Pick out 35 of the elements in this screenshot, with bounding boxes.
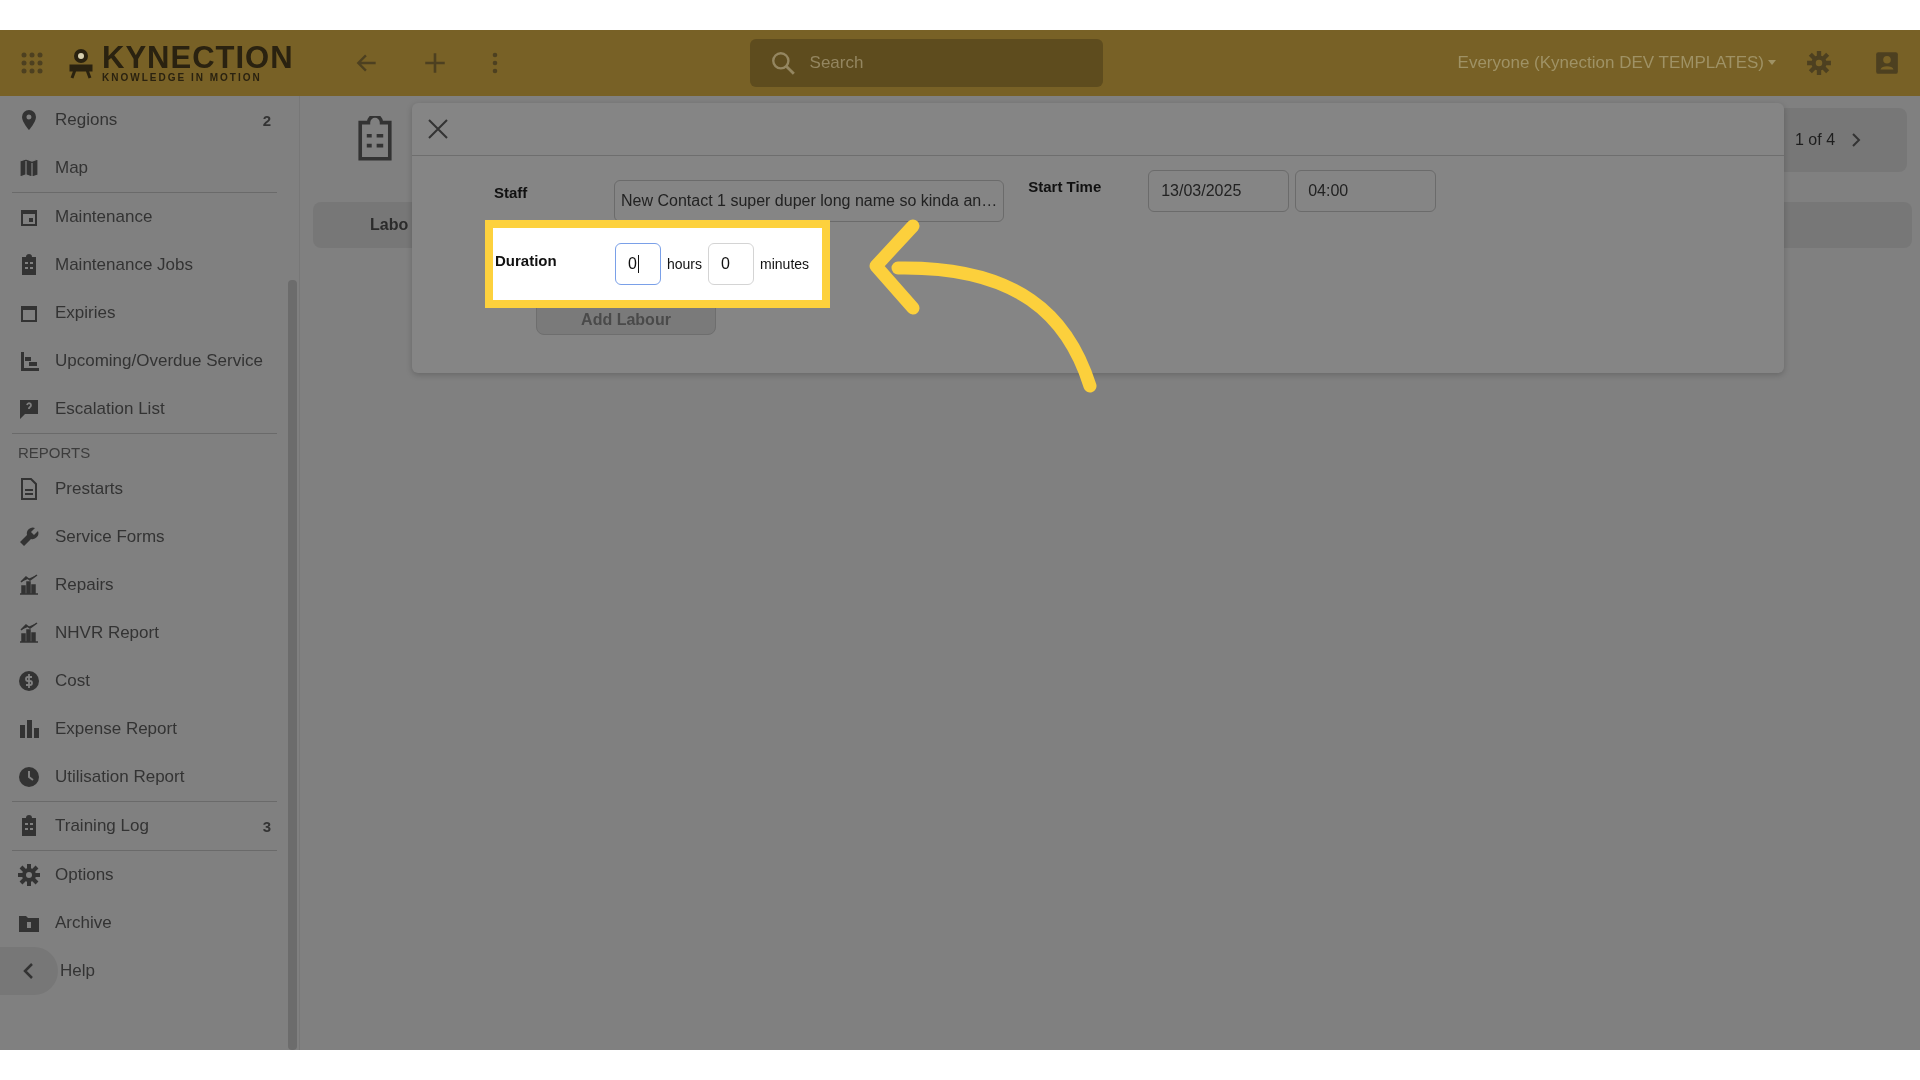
number-field[interactable]: 0 — [708, 243, 755, 285]
sidebar-item[interactable]: Repairs — [0, 561, 277, 609]
sidebar-item[interactable]: Utilisation Report — [0, 753, 277, 801]
sidebar-item[interactable]: Expiries — [0, 289, 277, 337]
sidebar-item[interactable]: Options — [0, 851, 277, 899]
number-field[interactable]: 0 — [615, 243, 661, 285]
sidebar-item[interactable]: Prestarts — [0, 465, 277, 513]
sidebar-item[interactable]: Escalation List — [0, 385, 277, 433]
sidebar-item[interactable]: Service Forms — [0, 513, 277, 561]
sidebar-item[interactable]: Map — [0, 144, 277, 192]
account-selector[interactable]: Everyone (Kynection DEV TEMPLATES) — [1457, 53, 1776, 73]
sidebar-item[interactable]: Upcoming/Overdue Service — [0, 337, 277, 385]
sidebar-item[interactable]: NHVR Report — [0, 609, 277, 657]
logo-tagline: KNOWLEDGE IN MOTION — [102, 71, 263, 83]
field-label: Start Time — [1028, 177, 1103, 195]
search-field[interactable]: Search — [749, 39, 1103, 87]
sidebar-item[interactable]: Regions 2 — [0, 96, 277, 144]
count-label: 3 — [262, 817, 271, 835]
field-label: Staff — [494, 183, 529, 201]
count-label: 2 — [262, 111, 271, 129]
unit-label: minutes — [760, 256, 810, 272]
sidebar-item[interactable]: Archive — [0, 899, 277, 947]
sidebar-item[interactable]: Maintenance Jobs — [0, 241, 277, 289]
date-field[interactable]: 13/03/2025 — [1148, 170, 1290, 212]
sidebar-item[interactable]: Expense Report — [0, 705, 277, 753]
sidebar-item[interactable]: Cost — [0, 657, 277, 705]
section-heading: REPORTS — [17, 443, 92, 463]
field-label: Duration — [495, 251, 558, 269]
sidebar-item[interactable]: Training Log 3 — [0, 802, 277, 850]
unit-label: hours — [667, 256, 703, 272]
staff-field[interactable]: New Contact 1 super duper long name so kinda an… — [614, 180, 1005, 222]
sidebar-item[interactable]: Maintenance — [0, 193, 277, 241]
sidebar-item[interactable]: Help — [0, 947, 277, 995]
time-field[interactable]: 04:00 — [1295, 170, 1437, 212]
tab-label[interactable]: Labo — [370, 216, 409, 234]
